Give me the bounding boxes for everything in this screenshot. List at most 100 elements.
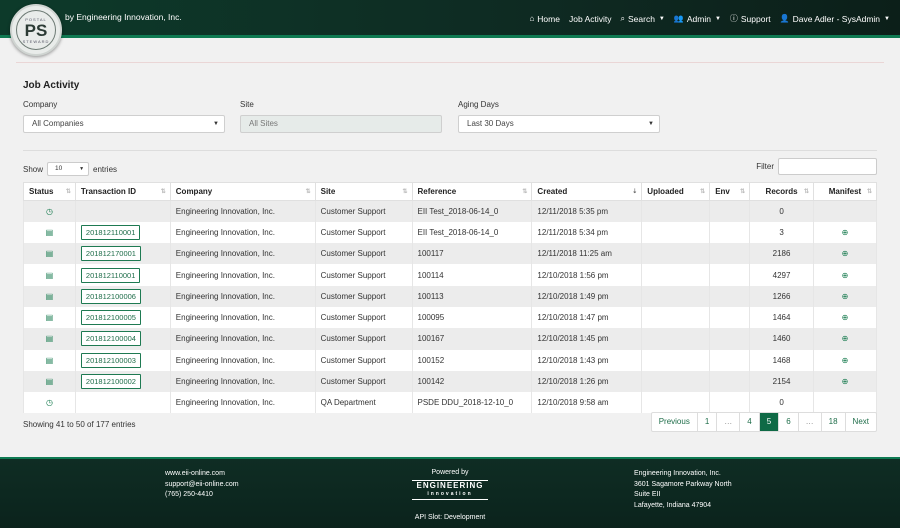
created-cell: 12/11/2018 11:25 am [531,243,643,265]
company-cell: Engineering Innovation, Inc. [169,200,316,222]
table-row[interactable]: ▤ 201812100005 Engineering Innovation, Inc… [23,306,877,329]
pagination-button[interactable]: Next [844,413,876,431]
table-row[interactable]: ◷ Engineering Innovation, Inc. Customer Su… [23,200,877,222]
transaction-id-cell: 201812110001 [74,221,171,244]
col-manifest[interactable]: Manifest ⇅ [813,182,877,201]
manifest-cell: ⊕ [813,306,877,329]
manifest-download-icon[interactable]: ⊕ [842,356,849,365]
job-activity-table: Status ⇅ Transaction ID ⇅ Company ⇅ Site ⇅ R… [23,182,877,414]
manifest-download-icon[interactable]: ⊕ [842,313,849,322]
nav-search[interactable]: ⌕ Search ▼ [621,13,665,24]
transaction-id-button[interactable]: 201812100005 [80,310,141,326]
pagination-button[interactable]: 4 [739,413,758,431]
nav-home[interactable]: ⌂ Home [529,13,560,24]
page-length-select[interactable]: 10 ▼ [47,162,90,176]
footer-contact: www.eii-online.com support@eii-online.co… [165,469,239,501]
records-cell: 1266 [749,285,814,307]
env-cell [709,349,751,371]
table-row[interactable]: ▤ 201812110001 Engineering Innovation, Inc… [23,264,877,286]
env-cell [709,264,751,286]
manifest-cell [813,392,877,414]
pagination-button[interactable]: Previous [652,413,697,431]
nav-label: Job Activity [568,13,612,24]
address-line: 3601 Sagamore Parkway North [634,480,732,488]
navbar-accent-stripe [0,35,900,38]
created-cell: 12/10/2018 1:49 pm [531,285,643,307]
uploaded-cell [641,221,711,244]
table-row[interactable]: ▤ 201812170001 Engineering Innovation, Inc… [23,243,877,265]
table-row[interactable]: ▤ 201812110001 Engineering Innovation, Inc… [23,221,877,244]
postal-steward-logo[interactable]: POSTAL PS STEWARD [10,4,62,56]
nav-support[interactable]: ⓘ Support [730,13,771,24]
nav-user-menu[interactable]: 👤 Dave Adler - SysAdmin ▼ [780,13,890,24]
address-line: Suite EII [634,491,661,498]
col-env[interactable]: Env ⇅ [709,182,751,201]
manifest-cell: ⊕ [813,285,877,307]
pagination-ellipsis: … [716,413,739,431]
engineering-innovation-logo[interactable]: ENGINEERING innovation [412,480,488,500]
site-select: All Sites [240,115,442,133]
col-site[interactable]: Site ⇅ [314,182,413,201]
nav-job-activity[interactable]: Job Activity [569,13,612,24]
pagination-button[interactable]: 18 [820,413,845,431]
page-title: Job Activity [23,80,80,91]
manifest-download-icon[interactable]: ⊕ [842,249,849,258]
footer-website-link[interactable]: www.eii-online.com [165,469,239,480]
records-cell: 0 [749,200,814,222]
col-transaction-id[interactable]: Transaction ID ⇅ [74,182,171,201]
uploaded-cell [641,200,711,222]
col-reference[interactable]: Reference ⇅ [411,182,533,201]
document-icon: ▤ [45,270,54,280]
transaction-id-button[interactable]: 201812100006 [80,288,141,304]
company-cell: Engineering Innovation, Inc. [169,349,316,371]
transaction-id-button[interactable]: 201812170001 [80,246,141,262]
table-row[interactable]: ◷ Engineering Innovation, Inc. QA Departme… [23,392,877,414]
document-icon: ▤ [45,249,54,259]
document-icon: ▤ [45,313,54,323]
env-cell [709,328,751,350]
filter-input[interactable] [778,158,877,175]
sort-icon: ⇅ [65,189,71,195]
col-created[interactable]: Created ⇣ [531,182,643,201]
transaction-id-cell: 201812100006 [74,285,171,307]
transaction-id-button[interactable]: 201812110001 [80,267,141,283]
pagination-button[interactable]: 1 [696,413,716,431]
table-row[interactable]: ▤ 201812100002 Engineering Innovation, Inc… [23,370,877,393]
manifest-cell: ⊕ [813,221,877,244]
document-icon: ▤ [45,377,54,387]
manifest-download-icon[interactable]: ⊕ [842,271,849,280]
table-row[interactable]: ▤ 201812100003 Engineering Innovation, Inc… [23,349,877,371]
site-cell: QA Department [314,392,413,414]
manifest-download-icon[interactable]: ⊕ [842,228,849,237]
table-row[interactable]: ▤ 201812100004 Engineering Innovation, Inc… [23,328,877,350]
nav-admin[interactable]: 👥 Admin ▼ [674,13,721,24]
transaction-id-button[interactable]: 201812110001 [80,224,141,240]
col-company[interactable]: Company ⇅ [169,182,316,201]
footer-email-link[interactable]: support@eii-online.com [165,480,239,491]
show-label: Show [23,164,44,174]
table-row[interactable]: ▤ 201812100006 Engineering Innovation, Inc… [23,285,877,307]
site-cell: Customer Support [314,243,413,265]
company-select[interactable]: All Companies ▼ [23,115,225,133]
aging-days-select[interactable]: Last 30 Days ▼ [458,115,660,133]
search-icon: ⌕ [620,13,625,23]
col-status[interactable]: Status ⇅ [23,182,76,201]
manifest-download-icon[interactable]: ⊕ [842,377,849,386]
site-cell: Customer Support [314,285,413,307]
col-uploaded[interactable]: Uploaded ⇅ [641,182,711,201]
col-records[interactable]: Records ⇅ [749,182,814,201]
transaction-id-button[interactable]: 201812100002 [80,374,141,390]
transaction-id-button[interactable]: 201812100003 [80,352,141,368]
pagination-button[interactable]: 6 [778,413,797,431]
company-cell: Engineering Innovation, Inc. [169,370,316,393]
manifest-download-icon[interactable]: ⊕ [842,292,849,301]
records-cell: 1468 [749,349,814,371]
pagination-button[interactable]: 5 [758,413,779,431]
transaction-id-button[interactable]: 201812100004 [80,331,141,347]
created-cell: 12/10/2018 1:45 pm [531,328,643,350]
site-label: Site [240,100,254,109]
chevron-down-icon: ▼ [714,15,721,22]
company-cell: Engineering Innovation, Inc. [169,221,316,244]
manifest-download-icon[interactable]: ⊕ [842,334,849,343]
company-cell: Engineering Innovation, Inc. [169,285,316,307]
